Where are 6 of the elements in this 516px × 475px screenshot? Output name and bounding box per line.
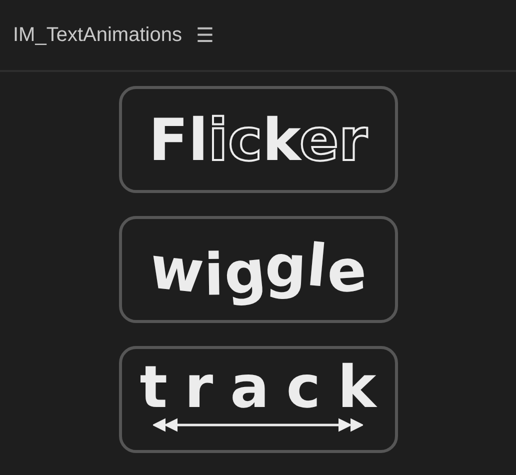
panel-title: IM_TextAnimations (13, 23, 182, 48)
wiggle-button[interactable]: wiggle (118, 216, 398, 323)
double-arrow-icon (153, 418, 363, 432)
menu-icon[interactable]: ☰ (196, 25, 214, 45)
flicker-button[interactable]: Flicker (118, 86, 398, 193)
track-button[interactable]: track (118, 346, 398, 453)
